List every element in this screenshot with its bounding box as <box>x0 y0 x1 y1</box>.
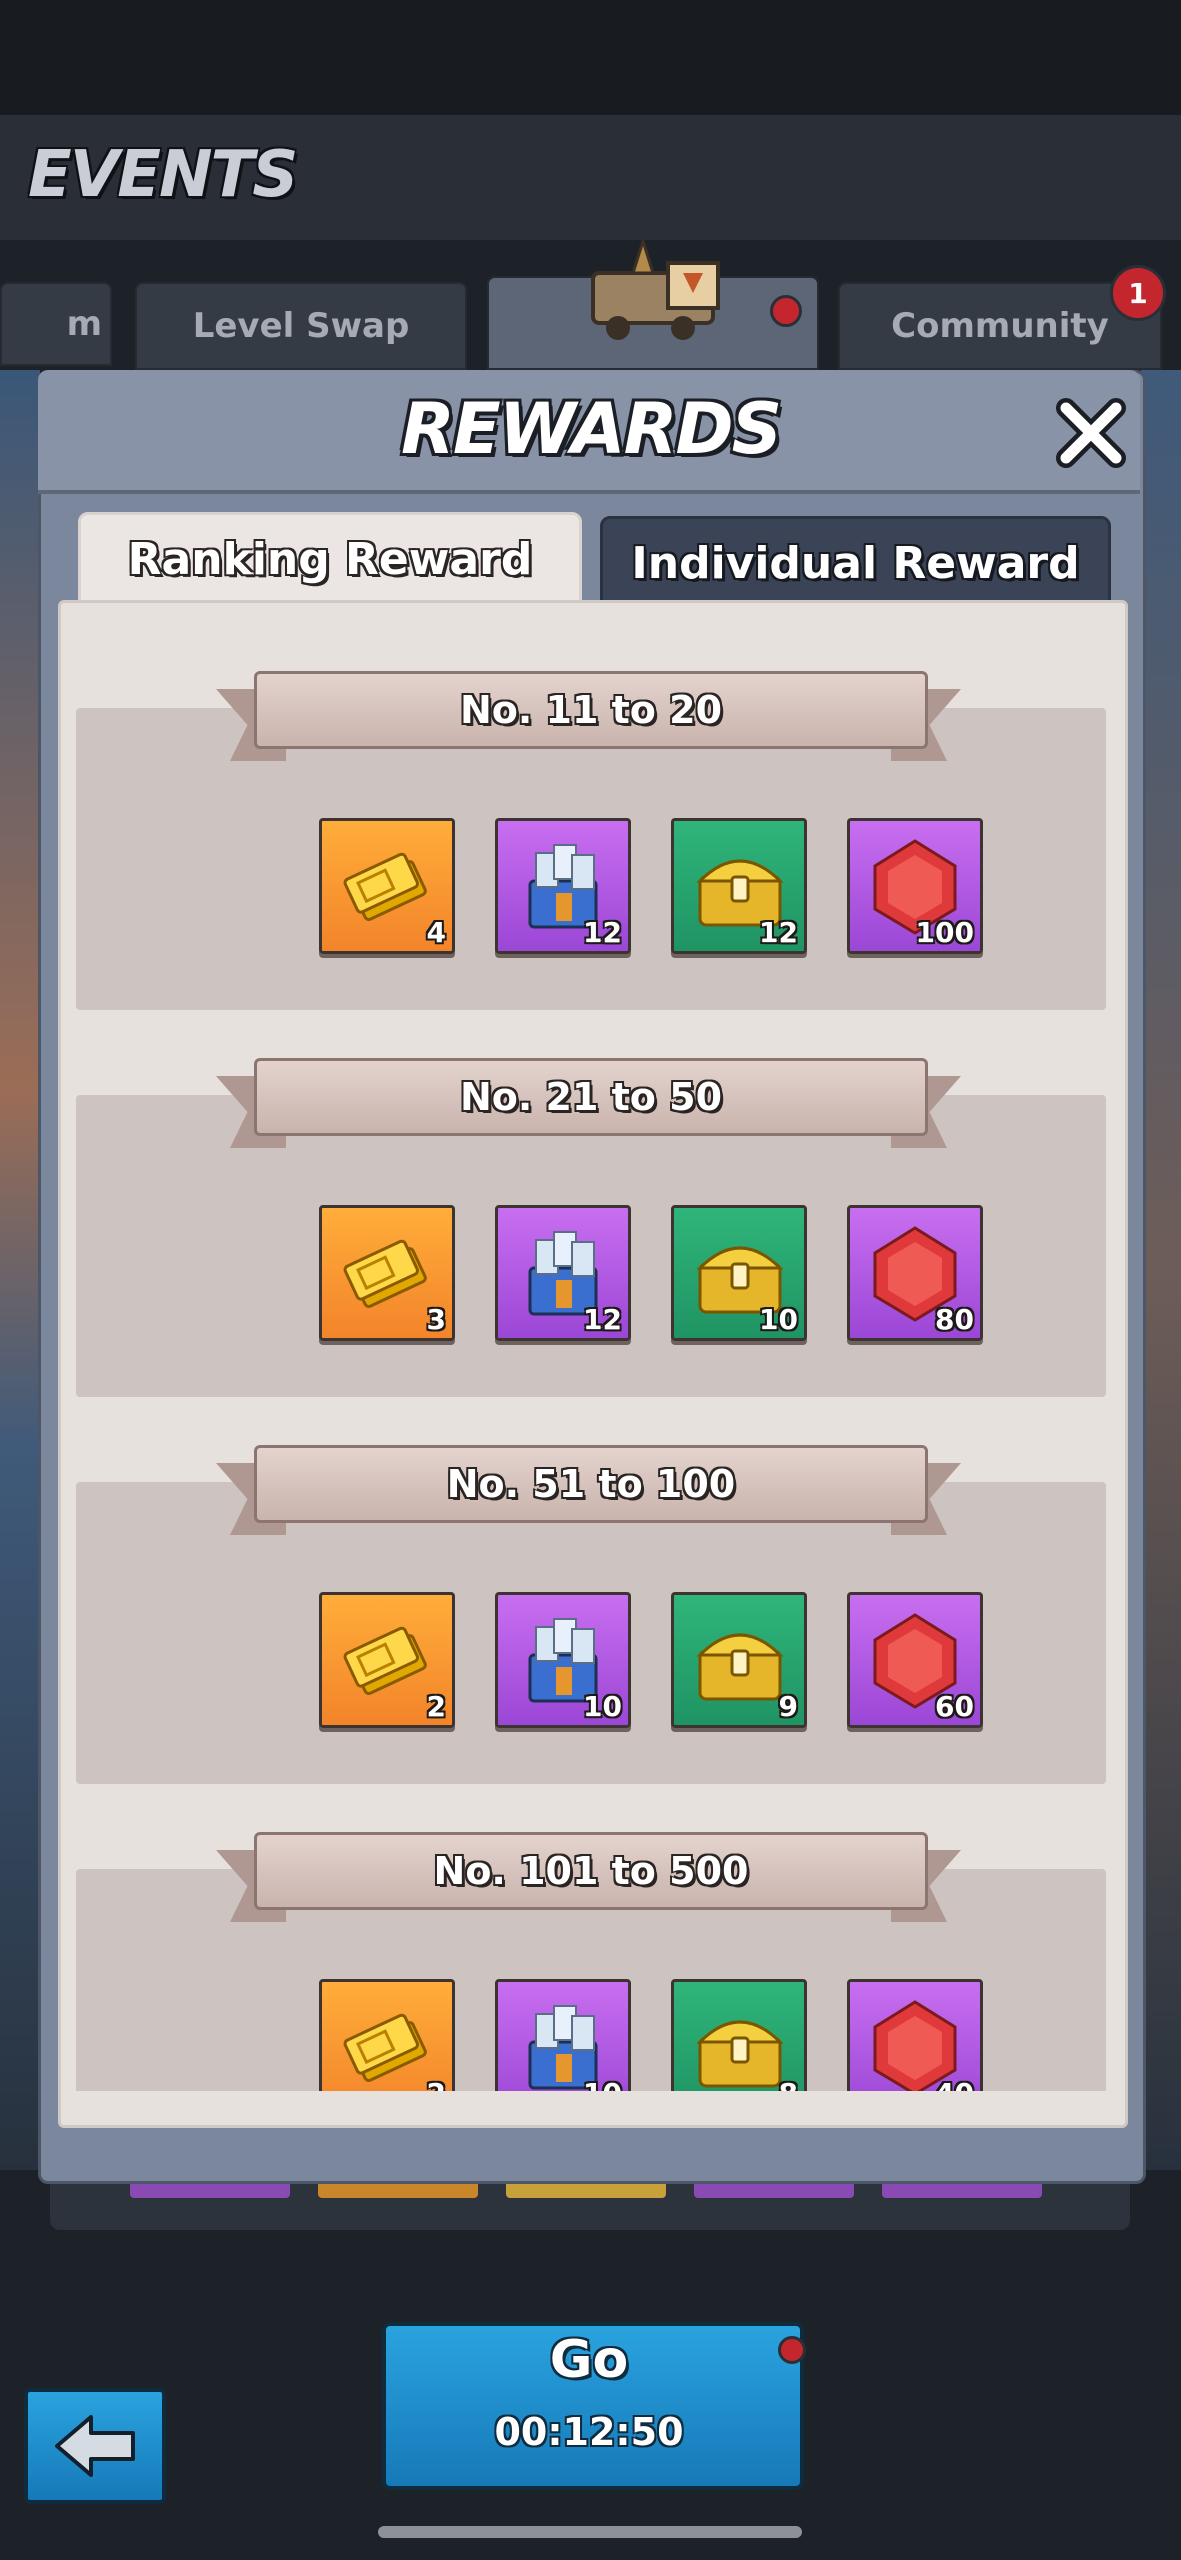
item-count: 10 <box>759 1303 798 1336</box>
tier-title: No. 51 to 100 <box>254 1445 928 1523</box>
ticket-icon <box>343 2013 427 2082</box>
ticket-icon <box>343 1626 427 1695</box>
chest-icon <box>696 1633 784 1701</box>
tier-title: No. 11 to 20 <box>254 671 928 749</box>
reward-item-chest[interactable]: 9 <box>671 1592 807 1728</box>
reward-item-gem[interactable]: 80 <box>847 1205 983 1341</box>
reward-item-gem[interactable]: 100 <box>847 818 983 954</box>
modal-title: REWARDS <box>400 388 782 470</box>
item-count: 12 <box>759 916 798 949</box>
tier-ribbon: No. 51 to 100 <box>216 1445 961 1537</box>
tab-current-event[interactable] <box>487 235 819 370</box>
tab-level-swap[interactable]: Level Swap <box>135 282 467 370</box>
tab-partial-label: m <box>66 304 102 344</box>
reward-item-ticket[interactable]: 4 <box>319 818 455 954</box>
tab-partial[interactable]: m <box>0 282 112 366</box>
reward-item-gem[interactable]: 60 <box>847 1592 983 1728</box>
reward-item-chest[interactable]: 10 <box>671 1205 807 1341</box>
tab-individual-reward[interactable]: Individual Reward <box>600 516 1111 610</box>
tab-level-swap-label: Level Swap <box>192 306 410 346</box>
tier-title: No. 21 to 50 <box>254 1058 928 1136</box>
ticket-icon <box>343 1239 427 1308</box>
back-button[interactable] <box>24 2388 166 2504</box>
go-label: Go <box>549 2330 629 2390</box>
item-count: 2 <box>426 1690 446 1723</box>
close-button[interactable] <box>1050 397 1132 469</box>
tier-ribbon: No. 21 to 50 <box>216 1058 961 1150</box>
community-badge: 1 <box>1110 265 1166 321</box>
item-count: 12 <box>583 1303 622 1336</box>
reward-item-box[interactable]: 12 <box>495 818 631 954</box>
item-count: 4 <box>426 916 446 949</box>
status-area <box>0 0 1181 115</box>
rewards-list[interactable]: 4 12 12 100 No. 11 to 20 3 12 10 80 No. … <box>58 600 1128 2128</box>
countdown-timer: 00:12:50 <box>494 2410 684 2454</box>
reward-item-ticket[interactable]: 2 <box>319 1592 455 1728</box>
event-vehicle-icon <box>591 235 720 340</box>
reward-item-box[interactable]: 10 <box>495 1592 631 1728</box>
item-count: 100 <box>915 916 974 949</box>
list-bottom-fade <box>61 2091 1125 2125</box>
ticket-icon <box>343 852 427 921</box>
tier-ribbon: No. 11 to 20 <box>216 671 961 763</box>
reward-item-chest[interactable]: 12 <box>671 818 807 954</box>
reward-item-ticket[interactable]: 3 <box>319 1205 455 1341</box>
item-count: 80 <box>935 1303 974 1336</box>
item-count: 9 <box>778 1690 798 1723</box>
chest-icon <box>696 2020 784 2088</box>
notification-dot <box>770 295 802 327</box>
reward-item-box[interactable]: 12 <box>495 1205 631 1341</box>
tier-title: No. 101 to 500 <box>254 1832 928 1910</box>
events-title: EVENTS <box>28 138 298 212</box>
background-art-right <box>1141 370 1181 2170</box>
item-count: 3 <box>426 1303 446 1336</box>
item-count: 60 <box>935 1690 974 1723</box>
back-arrow-icon <box>55 2415 135 2477</box>
tier-ribbon: No. 101 to 500 <box>216 1832 961 1924</box>
home-indicator[interactable] <box>378 2526 802 2538</box>
close-icon <box>1056 398 1126 468</box>
tab-community-label: Community <box>891 306 1109 346</box>
item-count: 10 <box>583 1690 622 1723</box>
tab-ranking-reward[interactable]: Ranking Reward <box>78 512 582 606</box>
notification-dot <box>778 2336 806 2364</box>
background-art-left <box>0 370 40 2170</box>
item-count: 12 <box>583 916 622 949</box>
